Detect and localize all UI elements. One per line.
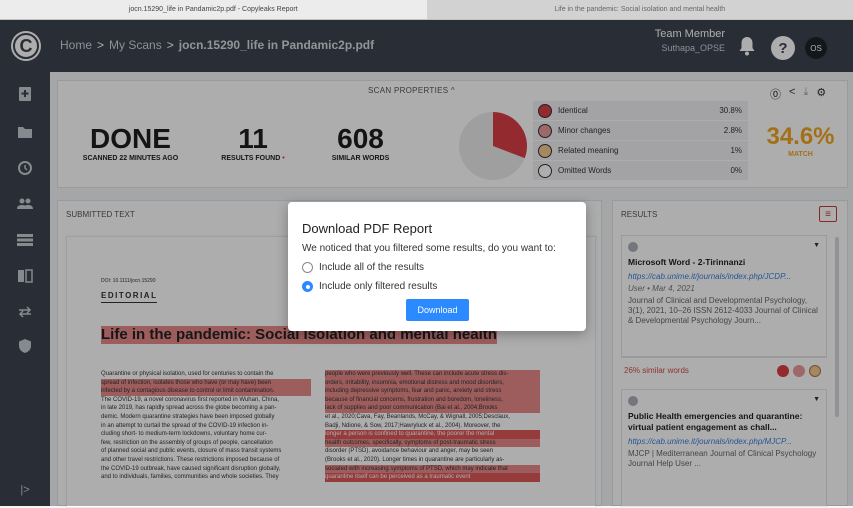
option-include-filtered[interactable]: Include only filtered results (302, 281, 437, 292)
tab-article[interactable]: Life in the pandemic: Social isolation a… (427, 0, 853, 19)
tab-report-label: jocn.15290_life in Pandamic2p.pdf - Copy… (129, 6, 298, 13)
option-include-all[interactable]: Include all of the results (302, 262, 424, 273)
option-include-all-label: Include all of the results (319, 262, 424, 273)
browser-tab-bar: jocn.15290_life in Pandamic2p.pdf - Copy… (0, 0, 853, 20)
radio-unselected[interactable] (302, 262, 313, 273)
dialog-question: We noticed that you filtered some result… (302, 243, 556, 254)
tab-article-label: Life in the pandemic: Social isolation a… (554, 6, 725, 13)
tab-report[interactable]: jocn.15290_life in Pandamic2p.pdf - Copy… (0, 0, 427, 19)
download-pdf-dialog: Download PDF Report We noticed that you … (288, 202, 586, 331)
radio-selected[interactable] (302, 281, 313, 292)
option-include-filtered-label: Include only filtered results (319, 281, 437, 292)
download-button[interactable]: Download (406, 299, 469, 321)
dialog-title: Download PDF Report (302, 221, 432, 236)
